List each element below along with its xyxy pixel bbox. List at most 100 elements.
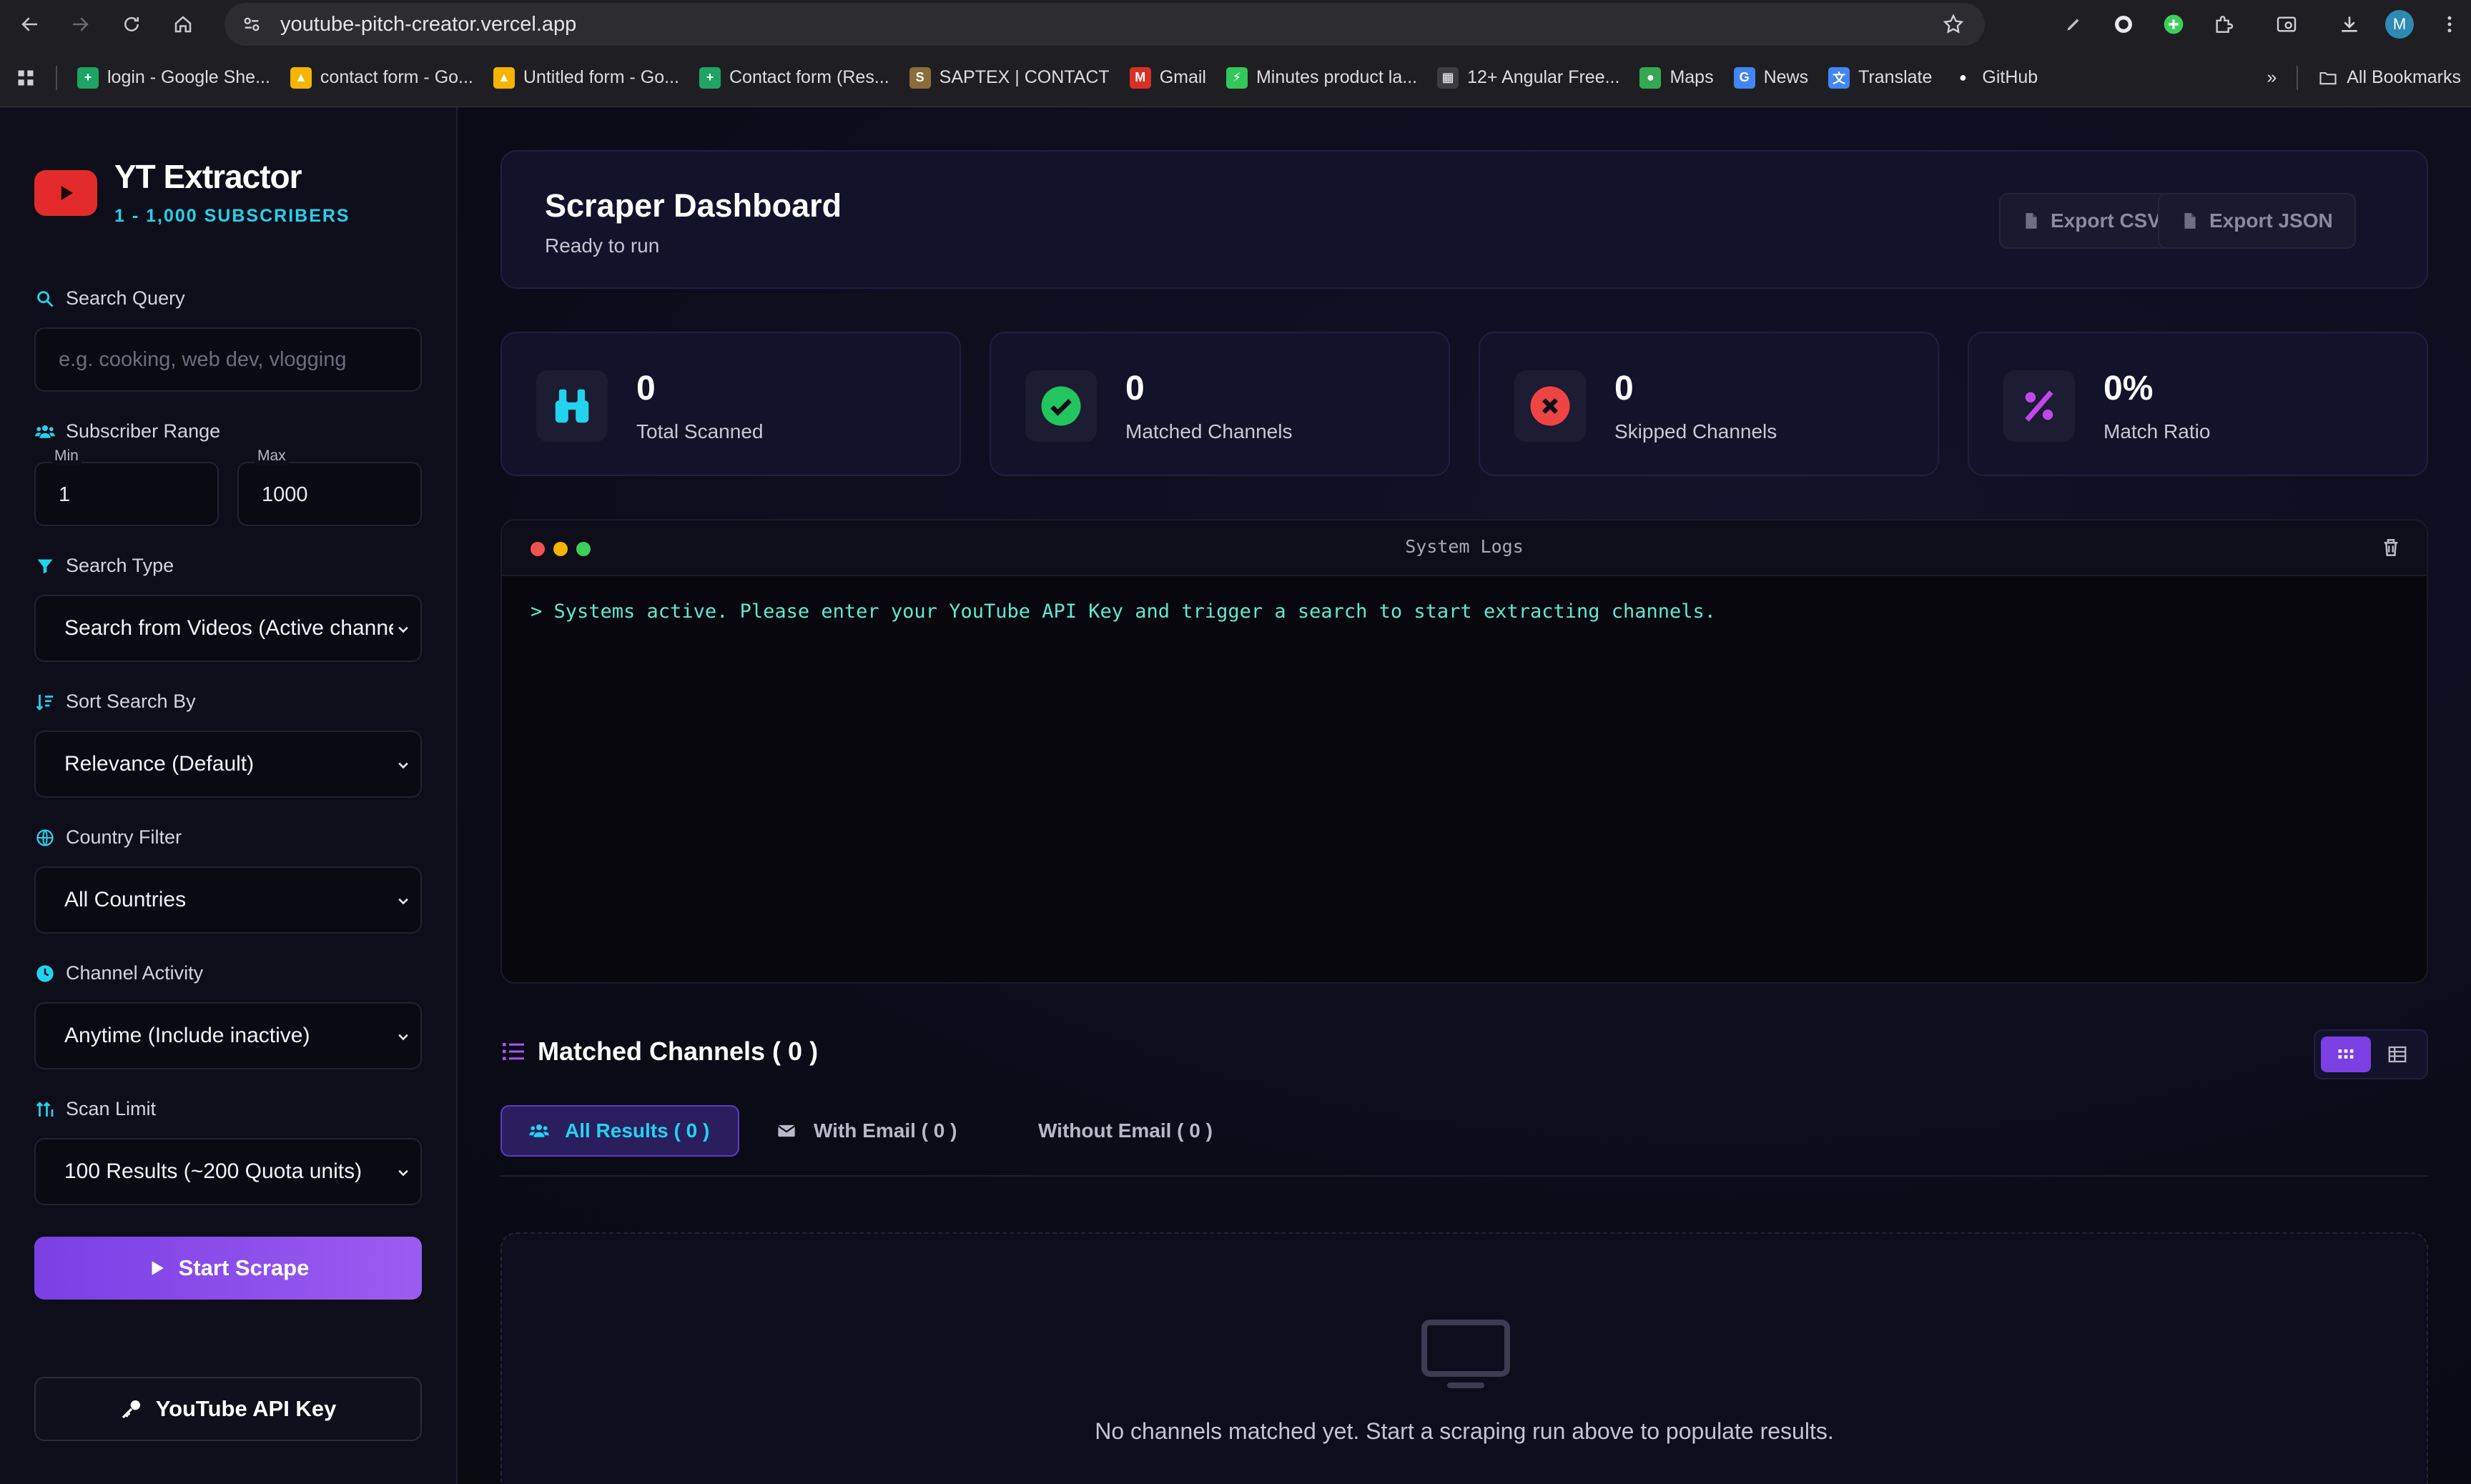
tab-search-icon[interactable] [2272, 10, 2301, 39]
apps-grid-icon[interactable] [0, 59, 46, 97]
chevron-down-icon [393, 1162, 413, 1182]
bookmark-favicon-icon: S [909, 66, 931, 89]
bookmark-star-icon[interactable] [1942, 13, 1965, 36]
extension-toolbar: M [2059, 4, 2464, 44]
bookmark-item[interactable]: + Contact form (Res... [689, 59, 899, 97]
activity-value: Anytime (Include inactive) [64, 1024, 310, 1047]
run-status: Ready to run [545, 234, 660, 257]
stat-skipped-channels: 0 Skipped Channels [1479, 332, 1939, 476]
home-icon[interactable] [163, 4, 203, 44]
tab-all-results[interactable]: All Results ( 0 ) [500, 1105, 740, 1157]
bookmark-item[interactable]: ▲ contact form - Go... [280, 59, 483, 97]
profile-avatar[interactable]: M [2385, 10, 2414, 39]
menu-dots-icon[interactable] [2435, 10, 2464, 39]
api-key-button[interactable]: YouTube API Key [34, 1377, 422, 1441]
circle-extension-icon[interactable] [2109, 10, 2138, 39]
stat-label: Total Scanned [636, 420, 764, 442]
brand-subtitle: 1 - 1,000 SUBSCRIBERS [114, 206, 350, 226]
subscriber-max-input[interactable]: Max 1000 [237, 447, 422, 526]
plus-extension-icon[interactable] [2159, 10, 2188, 39]
bookmark-item[interactable]: 文 Translate [1818, 59, 1942, 97]
page-title: Scraper Dashboard [545, 187, 842, 224]
bookmark-favicon-icon: ▲ [290, 66, 312, 89]
bookmark-label: Contact form (Res... [729, 67, 889, 87]
api-key-label: YouTube API Key [155, 1396, 337, 1421]
dashboard-header: Scraper Dashboard Ready to run Export CS… [500, 150, 2428, 289]
reload-icon[interactable] [112, 4, 152, 44]
clock-icon [34, 963, 56, 984]
tab-with-email[interactable]: With Email ( 0 ) [751, 1105, 985, 1157]
export-json-label: Export JSON [2209, 209, 2333, 232]
search-query-input[interactable]: e.g. cooking, web dev, vlogging [34, 327, 422, 392]
sort-value: Relevance (Default) [64, 752, 255, 776]
list-icon [503, 1043, 524, 1060]
file-csv-icon [2026, 213, 2037, 229]
bookmark-item[interactable]: ● Maps [1629, 59, 1723, 97]
bookmark-separator [56, 65, 57, 90]
bookmark-label: Minutes product la... [1256, 67, 1418, 87]
monitor-icon [1421, 1320, 1510, 1388]
table-view-icon[interactable] [2372, 1037, 2422, 1072]
folder-icon [2319, 71, 2337, 84]
more-bookmarks-icon[interactable]: » [2257, 59, 2287, 97]
bookmark-item[interactable]: ▲ Untitled form - Go... [483, 59, 689, 97]
bookmark-item[interactable]: + login - Google She... [67, 59, 280, 97]
bookmark-item[interactable]: G News [1724, 59, 1819, 97]
scan-limit-icon [34, 1099, 56, 1120]
matched-channels-heading: Matched Channels ( 0 ) [500, 1037, 818, 1067]
download-icon[interactable] [2335, 10, 2364, 39]
puzzle-extensions-icon[interactable] [2209, 10, 2238, 39]
bookmark-favicon-icon: + [77, 66, 99, 89]
chevron-down-icon [393, 891, 413, 911]
subscriber-min-input[interactable]: Min 1 [34, 447, 219, 526]
min-label: Min [51, 447, 82, 465]
country-select[interactable]: All Countries [34, 866, 422, 934]
bookmark-label: News [1763, 67, 1809, 87]
tab-without-email[interactable]: Without Email ( 0 ) [1014, 1105, 1241, 1157]
stat-label: Skipped Channels [1614, 420, 1777, 442]
bookmark-favicon-icon: ● [1639, 66, 1662, 89]
bookmark-favicon-icon: ⚡ [1225, 66, 1248, 89]
bookmark-label: Maps [1669, 67, 1714, 87]
all-bookmarks-folder[interactable]: All Bookmarks [2308, 59, 2471, 97]
scan-limit-label: Scan Limit [34, 1098, 156, 1120]
activity-label: Channel Activity [34, 962, 203, 984]
empty-results-card: No channels matched yet. Start a scrapin… [500, 1232, 2428, 1484]
file-code-icon [2184, 213, 2196, 229]
sort-select[interactable]: Relevance (Default) [34, 731, 422, 798]
stat-value: 0 [1125, 370, 1145, 407]
sort-label: Sort Search By [34, 691, 196, 713]
export-csv-button[interactable]: Export CSV [1999, 193, 2184, 249]
logs-titlebar: System Logs [502, 520, 2427, 576]
address-bar[interactable]: youtube-pitch-creator.vercel.app [225, 3, 1985, 46]
scan-limit-value: 100 Results (~200 Quota units) [64, 1159, 362, 1183]
bookmark-favicon-icon: M [1129, 66, 1151, 89]
start-scrape-button[interactable]: Start Scrape [34, 1237, 422, 1300]
site-info-icon[interactable] [237, 10, 266, 39]
bookmark-item[interactable]: ▦ 12+ Angular Free... [1427, 59, 1629, 97]
stat-total-scanned: 0 Total Scanned [500, 332, 961, 476]
trash-icon[interactable] [2379, 536, 2402, 559]
filter-icon [34, 555, 56, 577]
grid-view-icon[interactable] [2321, 1037, 2371, 1072]
forward-icon[interactable] [60, 4, 100, 44]
scan-limit-select[interactable]: 100 Results (~200 Quota units) [34, 1138, 422, 1205]
binoculars-icon [536, 370, 608, 442]
bookmark-item[interactable]: ⚡ Minutes product la... [1216, 59, 1427, 97]
activity-select[interactable]: Anytime (Include inactive) [34, 1002, 422, 1069]
chevron-down-icon [393, 755, 413, 775]
bookmarks-bar: + login - Google She... ▲ contact form - Go… [0, 49, 2471, 107]
search-type-select[interactable]: Search from Videos (Active channe [34, 595, 422, 662]
max-label: Max [255, 447, 289, 465]
bookmark-item[interactable]: M Gmail [1120, 59, 1216, 97]
view-toggle [2314, 1029, 2428, 1079]
pen-extension-icon[interactable] [2059, 10, 2088, 39]
search-type-label: Search Type [34, 555, 174, 577]
play-icon [152, 1261, 164, 1275]
back-icon[interactable] [10, 4, 50, 44]
bookmark-label: 12+ Angular Free... [1467, 67, 1620, 87]
bookmark-item[interactable]: S SAPTEX | CONTACT [899, 59, 1120, 97]
bookmark-item[interactable]: ● GitHub [1942, 59, 2048, 97]
export-json-button[interactable]: Export JSON [2158, 193, 2356, 249]
matched-channels-title: Matched Channels ( 0 ) [538, 1037, 819, 1066]
